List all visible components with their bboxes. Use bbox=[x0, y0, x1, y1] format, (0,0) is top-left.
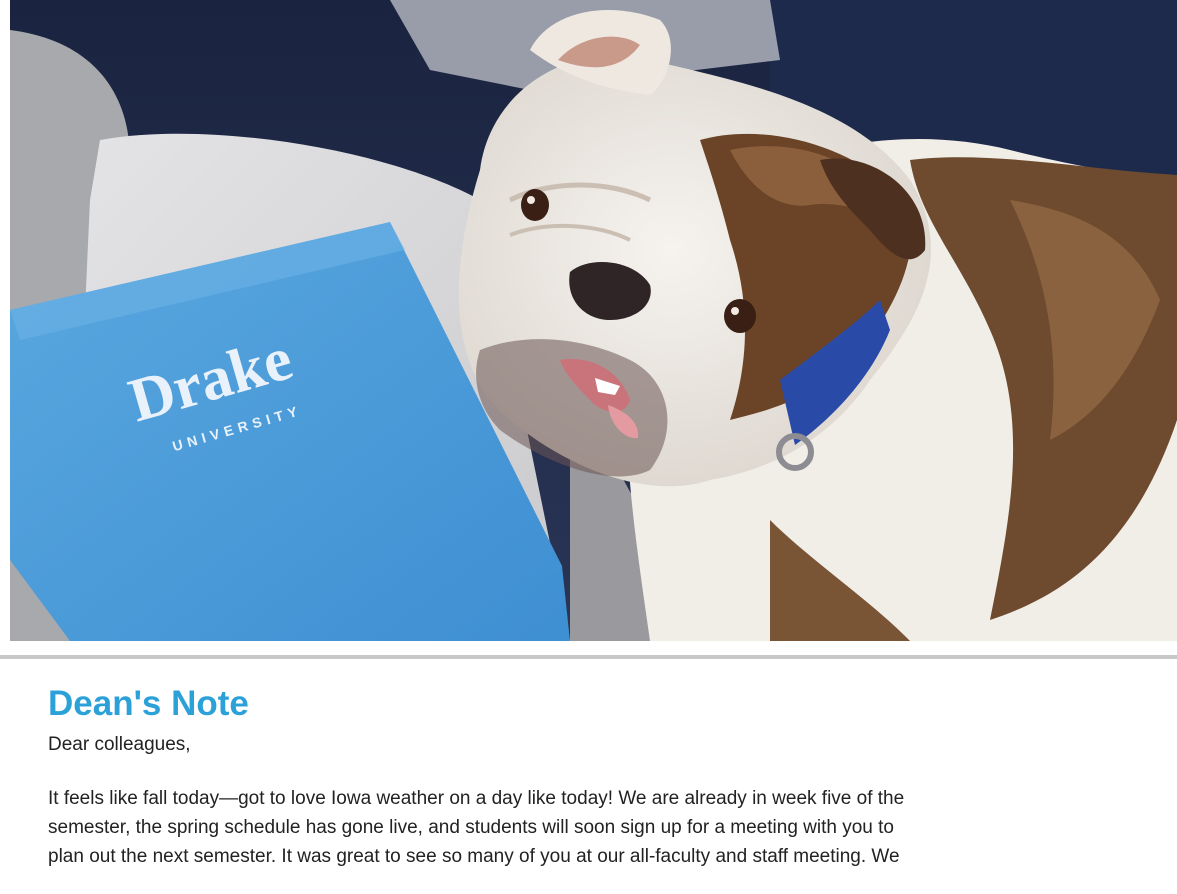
article-body-line: It feels like fall today—got to love Iow… bbox=[48, 788, 905, 809]
article-body-line: semester, the spring schedule has gone l… bbox=[48, 817, 894, 838]
page-title: Dean's Note bbox=[48, 684, 249, 723]
hero-image: Drake UNIVERSITY bbox=[10, 0, 1177, 641]
bulldog-photo: Drake UNIVERSITY bbox=[10, 0, 1177, 641]
article-body-line: plan out the next semester. It was great… bbox=[48, 846, 900, 867]
section-divider bbox=[0, 655, 1177, 659]
salutation: Dear colleagues, bbox=[48, 734, 191, 755]
article-body: It feels like fall today—got to love Iow… bbox=[48, 784, 1166, 871]
article: Dean's Note Dear colleagues, It feels li… bbox=[48, 682, 1163, 871]
